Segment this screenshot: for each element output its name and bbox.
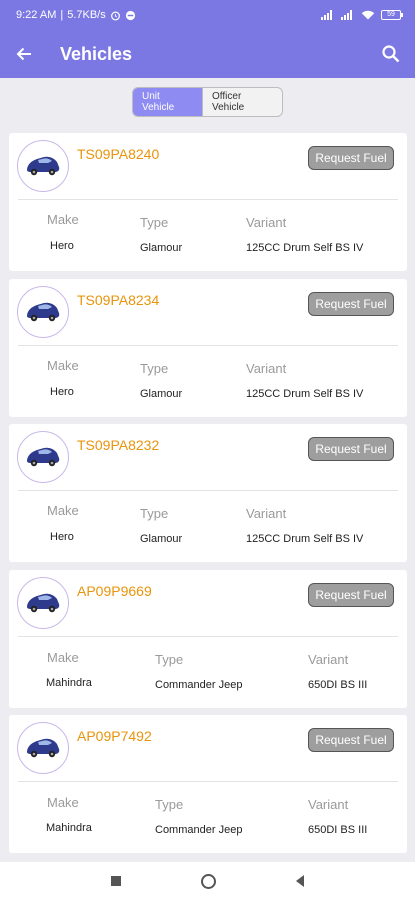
request-fuel-button[interactable]: Request Fuel [308, 583, 394, 607]
variant-label: Variant [246, 506, 287, 521]
car-icon [17, 577, 69, 629]
status-bar: 9:22 AM | 5.7KB/s 59 [0, 0, 415, 30]
vehicle-card[interactable]: TS09PA8234 Request Fuel Make Type Varian… [9, 279, 407, 417]
type-value: Glamour [140, 242, 183, 254]
divider [18, 345, 398, 346]
alarm-icon [110, 11, 120, 20]
make-value: Hero [50, 386, 74, 398]
variant-value: 125CC Drum Self BS IV [246, 533, 364, 545]
make-label: Make [47, 503, 79, 518]
vehicle-card[interactable]: TS09PA8232 Request Fuel Make Type Varian… [9, 424, 407, 562]
make-value: Mahindra [46, 677, 92, 689]
variant-value: 650DI BS III [308, 824, 368, 836]
registration-number[interactable]: TS09PA8240 [77, 146, 159, 162]
back-arrow-icon[interactable] [14, 44, 34, 64]
registration-number[interactable]: AP09P9669 [77, 583, 152, 599]
car-icon [17, 140, 69, 192]
app-bar: Vehicles [0, 30, 415, 78]
variant-label: Variant [308, 797, 349, 812]
dnd-icon [125, 10, 135, 20]
signal-icon-2 [341, 10, 355, 20]
battery-icon: 59 [381, 10, 403, 20]
divider [18, 636, 398, 637]
type-label: Type [140, 361, 169, 376]
variant-value: 125CC Drum Self BS IV [246, 242, 364, 254]
vehicle-card[interactable]: TS09PA8240 Request Fuel Make Type Varian… [9, 133, 407, 271]
make-label: Make [47, 795, 79, 810]
variant-label: Variant [246, 361, 287, 376]
make-value: Hero [50, 240, 74, 252]
tab-officer-vehicle[interactable]: Officer Vehicle [202, 88, 282, 116]
type-value: Commander Jeep [155, 679, 243, 691]
request-fuel-button[interactable]: Request Fuel [308, 728, 394, 752]
vehicle-type-toggle: Unit Vehicle Officer Vehicle [0, 87, 415, 117]
vehicle-card[interactable]: AP09P9669 Request Fuel Make Type Variant… [9, 570, 407, 708]
signal-icon [321, 10, 335, 20]
variant-value: 650DI BS III [308, 679, 368, 691]
divider [18, 781, 398, 782]
make-label: Make [47, 358, 79, 373]
type-label: Type [140, 215, 169, 230]
type-label: Type [140, 506, 169, 521]
type-value: Commander Jeep [155, 824, 243, 836]
tab-unit-vehicle[interactable]: Unit Vehicle [133, 88, 202, 116]
divider [18, 199, 398, 200]
request-fuel-button[interactable]: Request Fuel [308, 292, 394, 316]
recents-icon[interactable] [111, 876, 121, 886]
car-icon [17, 722, 69, 774]
status-time: 9:22 AM [16, 9, 57, 21]
registration-number[interactable]: TS09PA8234 [77, 292, 159, 308]
car-icon [17, 286, 69, 338]
vehicle-card[interactable]: AP09P7492 Request Fuel Make Type Variant… [9, 715, 407, 853]
request-fuel-button[interactable]: Request Fuel [308, 146, 394, 170]
make-label: Make [47, 212, 79, 227]
page-title: Vehicles [60, 43, 133, 64]
type-label: Type [155, 797, 184, 812]
registration-number[interactable]: TS09PA8232 [77, 437, 159, 453]
search-icon[interactable] [381, 44, 401, 64]
make-label: Make [47, 650, 79, 665]
system-nav-bar [0, 862, 415, 900]
home-icon[interactable] [201, 873, 216, 889]
car-icon [17, 431, 69, 483]
variant-value: 125CC Drum Self BS IV [246, 388, 364, 400]
divider [18, 490, 398, 491]
battery-level: 59 [387, 11, 395, 18]
make-value: Mahindra [46, 822, 92, 834]
type-value: Glamour [140, 533, 183, 545]
status-network-speed: 5.7KB/s [67, 9, 106, 21]
variant-label: Variant [246, 215, 287, 230]
type-value: Glamour [140, 388, 183, 400]
registration-number[interactable]: AP09P7492 [77, 728, 152, 744]
type-label: Type [155, 652, 184, 667]
back-icon[interactable] [296, 875, 304, 887]
status-separator: | [60, 9, 64, 21]
variant-label: Variant [308, 652, 349, 667]
make-value: Hero [50, 531, 74, 543]
wifi-icon [361, 10, 375, 20]
request-fuel-button[interactable]: Request Fuel [308, 437, 394, 461]
